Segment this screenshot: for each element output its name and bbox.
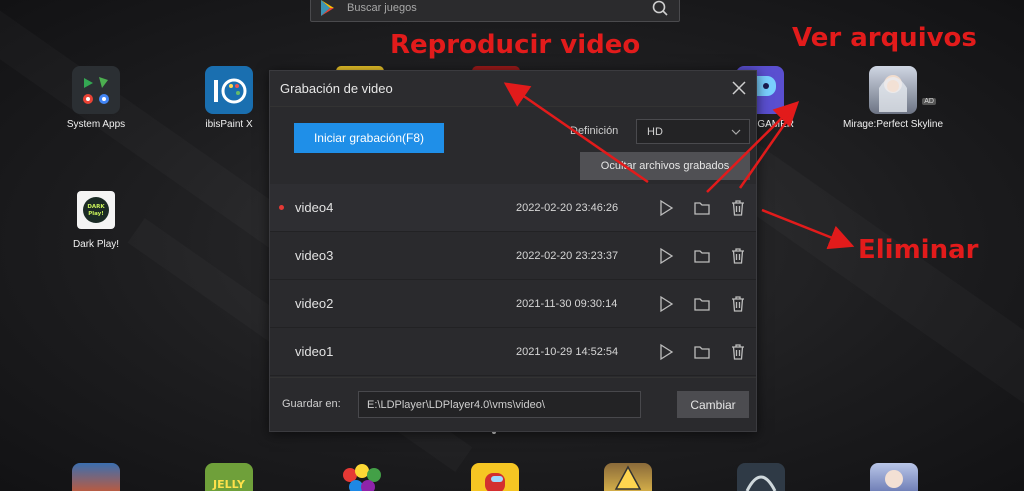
dialog-title-bar: Grabación de video: [270, 71, 756, 107]
google-play-icon: [321, 0, 334, 16]
start-recording-button[interactable]: Iniciar grabación(F8): [294, 123, 444, 153]
svg-text:JELLY: JELLY: [212, 478, 246, 491]
dark-play-icon: DARK Play!: [77, 191, 115, 229]
video-row[interactable]: video3 2022-02-20 23:23:37: [270, 232, 756, 280]
video-name: video3: [295, 248, 334, 263]
search-bar[interactable]: Buscar juegos: [310, 0, 680, 22]
change-path-button[interactable]: Cambiar: [677, 391, 749, 418]
trash-icon[interactable]: [729, 343, 747, 361]
folder-icon[interactable]: [693, 343, 711, 361]
video-name: video2: [295, 296, 334, 311]
hide-recordings-button[interactable]: Ocultar archivos grabados: [580, 152, 750, 180]
app-ibispaint[interactable]: ibisPaint X: [174, 66, 284, 130]
save-location-label: Guardar en:: [282, 398, 341, 410]
chevron-down-icon: [731, 129, 741, 135]
video-list: video4 2022-02-20 23:46:26 video3 2022-0…: [270, 184, 756, 376]
video-date: 2021-11-30 09:30:14: [516, 297, 618, 310]
video-date: 2022-02-20 23:23:37: [516, 249, 619, 262]
video-row[interactable]: video2 2021-11-30 09:30:14: [270, 280, 756, 328]
play-icon[interactable]: [657, 247, 675, 265]
search-placeholder[interactable]: Buscar juegos: [347, 2, 651, 14]
definition-select[interactable]: HD: [636, 119, 750, 144]
definition-value: HD: [647, 125, 663, 138]
close-icon[interactable]: [732, 81, 746, 95]
annotation-view-files: Ver arquivos: [792, 23, 977, 53]
video-date: 2021-10-29 14:52:54: [516, 345, 619, 358]
video-date: 2022-02-20 23:46:26: [516, 201, 619, 214]
system-apps-icon: [72, 66, 120, 114]
app-label: Mirage:Perfect Skyline: [842, 119, 944, 130]
dock-app-icon[interactable]: [338, 463, 386, 491]
save-path-field[interactable]: E:\LDPlayer\LDPlayer4.0\vms\video\: [358, 391, 641, 418]
dock-app-icon[interactable]: [72, 463, 120, 491]
recording-dot: [279, 205, 284, 210]
dialog-title: Grabación de video: [280, 81, 393, 96]
video-row[interactable]: video4 2022-02-20 23:46:26: [270, 184, 756, 232]
play-icon[interactable]: [657, 295, 675, 313]
app-label: System Apps: [66, 119, 126, 130]
video-name: video1: [295, 344, 334, 359]
video-recording-dialog: Grabación de video Iniciar grabación(F8)…: [269, 70, 757, 432]
trash-icon[interactable]: [729, 199, 747, 217]
video-row[interactable]: video1 2021-10-29 14:52:54: [270, 328, 756, 376]
dialog-footer: Guardar en: E:\LDPlayer\LDPlayer4.0\vms\…: [270, 377, 756, 433]
app-mirage[interactable]: AD Mirage:Perfect Skyline: [838, 66, 948, 130]
dock-app-icon[interactable]: [870, 463, 918, 491]
folder-icon[interactable]: [693, 247, 711, 265]
trash-icon[interactable]: [729, 247, 747, 265]
app-system-apps[interactable]: System Apps: [41, 66, 151, 130]
folder-icon[interactable]: [693, 295, 711, 313]
search-icon[interactable]: [651, 0, 669, 17]
ad-badge: AD: [922, 98, 936, 105]
app-label: ibisPaint X: [205, 119, 253, 130]
definition-label: Definición: [570, 125, 619, 137]
annotation-delete: Eliminar: [858, 235, 979, 265]
mirage-icon: [869, 66, 917, 114]
ibispaint-icon: [205, 66, 253, 114]
folder-icon[interactable]: [693, 199, 711, 217]
video-name: video4: [295, 200, 334, 215]
svg-text:DARK: DARK: [87, 204, 105, 210]
annotation-play-video: Reproducir video: [390, 30, 641, 60]
play-icon[interactable]: [657, 343, 675, 361]
svg-text:Play!: Play!: [88, 211, 104, 217]
play-icon[interactable]: [657, 199, 675, 217]
dock-app-icon[interactable]: JELLY: [205, 463, 253, 491]
trash-icon[interactable]: [729, 295, 747, 313]
app-dark-play[interactable]: DARK Play! Dark Play!: [41, 191, 151, 250]
dock-app-icon[interactable]: [471, 463, 519, 491]
dock-app-icon[interactable]: [604, 463, 652, 491]
app-label: Dark Play!: [72, 239, 120, 250]
dock-app-icon[interactable]: [737, 463, 785, 491]
